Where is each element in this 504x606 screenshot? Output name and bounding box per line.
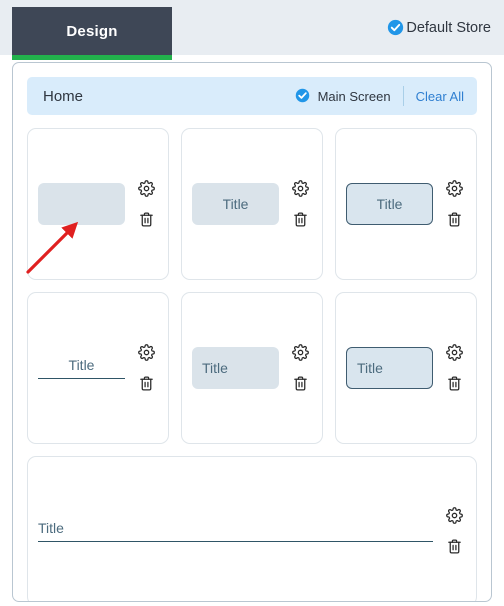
trash-icon[interactable]: [292, 375, 309, 392]
tab-design-label: Design: [66, 22, 118, 40]
card-3-field[interactable]: Title: [346, 183, 433, 225]
gear-icon[interactable]: [137, 344, 155, 361]
trash-icon[interactable]: [138, 211, 155, 228]
gear-icon[interactable]: [445, 344, 463, 361]
clear-all-button[interactable]: Clear All: [404, 89, 464, 104]
filled-input-widget[interactable]: [38, 183, 125, 225]
trash-icon[interactable]: [446, 538, 463, 555]
gear-icon[interactable]: [291, 180, 309, 197]
card-4-field[interactable]: Title: [38, 357, 125, 379]
underline-input-widget[interactable]: Title: [38, 357, 125, 379]
widget-title-label: Title: [222, 196, 249, 212]
widget-title-label: Title: [376, 196, 403, 212]
top-tab-bar: Design Default Store: [0, 0, 504, 60]
gear-icon[interactable]: [445, 180, 463, 197]
underline-input-widget[interactable]: Title: [38, 520, 433, 542]
widget-card[interactable]: Title: [335, 292, 477, 444]
card-action-column: [441, 344, 467, 392]
widget-title-label: Title: [68, 357, 95, 373]
card-action-column: [441, 507, 467, 555]
trash-icon[interactable]: [292, 211, 309, 228]
widget-title-label: Title: [38, 520, 64, 536]
outlined-input-widget[interactable]: Title: [346, 347, 433, 389]
widget-card[interactable]: Title: [27, 456, 477, 601]
check-circle-icon: [387, 19, 404, 36]
gear-icon[interactable]: [291, 344, 309, 361]
widget-card[interactable]: Title: [181, 292, 323, 444]
widget-card[interactable]: [27, 128, 169, 280]
card-6-field[interactable]: Title: [346, 347, 433, 389]
tab-bar-spacer: [172, 0, 387, 55]
main-screen-label: Main Screen: [317, 88, 391, 104]
card-action-column: [133, 180, 159, 228]
trash-icon[interactable]: [446, 375, 463, 392]
widget-title-label: Title: [357, 360, 383, 376]
check-circle-icon: [295, 88, 312, 105]
trash-icon[interactable]: [138, 375, 155, 392]
design-canvas-panel: Home Main Screen Clear All Title Title T…: [12, 62, 492, 602]
filled-input-widget[interactable]: Title: [192, 347, 279, 389]
tab-design[interactable]: Design: [12, 7, 172, 60]
main-screen-badge: Main Screen: [295, 88, 403, 105]
widget-card[interactable]: Title: [181, 128, 323, 280]
trash-icon[interactable]: [446, 211, 463, 228]
card-1-field[interactable]: [38, 183, 125, 225]
widget-card-grid: Title Title Title Title Title Title: [27, 128, 477, 601]
store-name-label: Default Store: [406, 19, 491, 36]
widget-title-label: Title: [202, 360, 228, 376]
card-5-field[interactable]: Title: [192, 347, 279, 389]
gear-icon[interactable]: [445, 507, 463, 524]
widget-card[interactable]: Title: [27, 292, 169, 444]
card-2-field[interactable]: Title: [192, 183, 279, 225]
tab-active-indicator: [12, 55, 172, 60]
outlined-input-widget[interactable]: Title: [346, 183, 433, 225]
gear-icon[interactable]: [137, 180, 155, 197]
card-action-column: [133, 344, 159, 392]
filled-input-widget[interactable]: Title: [192, 183, 279, 225]
card-action-column: [287, 180, 313, 228]
card-action-column: [287, 344, 313, 392]
store-selector[interactable]: Default Store: [387, 19, 504, 36]
widget-card[interactable]: Title: [335, 128, 477, 280]
screen-header-bar: Home Main Screen Clear All: [27, 77, 477, 115]
screen-name-label: Home: [43, 87, 84, 105]
card-action-column: [441, 180, 467, 228]
card-7-field[interactable]: Title: [38, 520, 433, 542]
